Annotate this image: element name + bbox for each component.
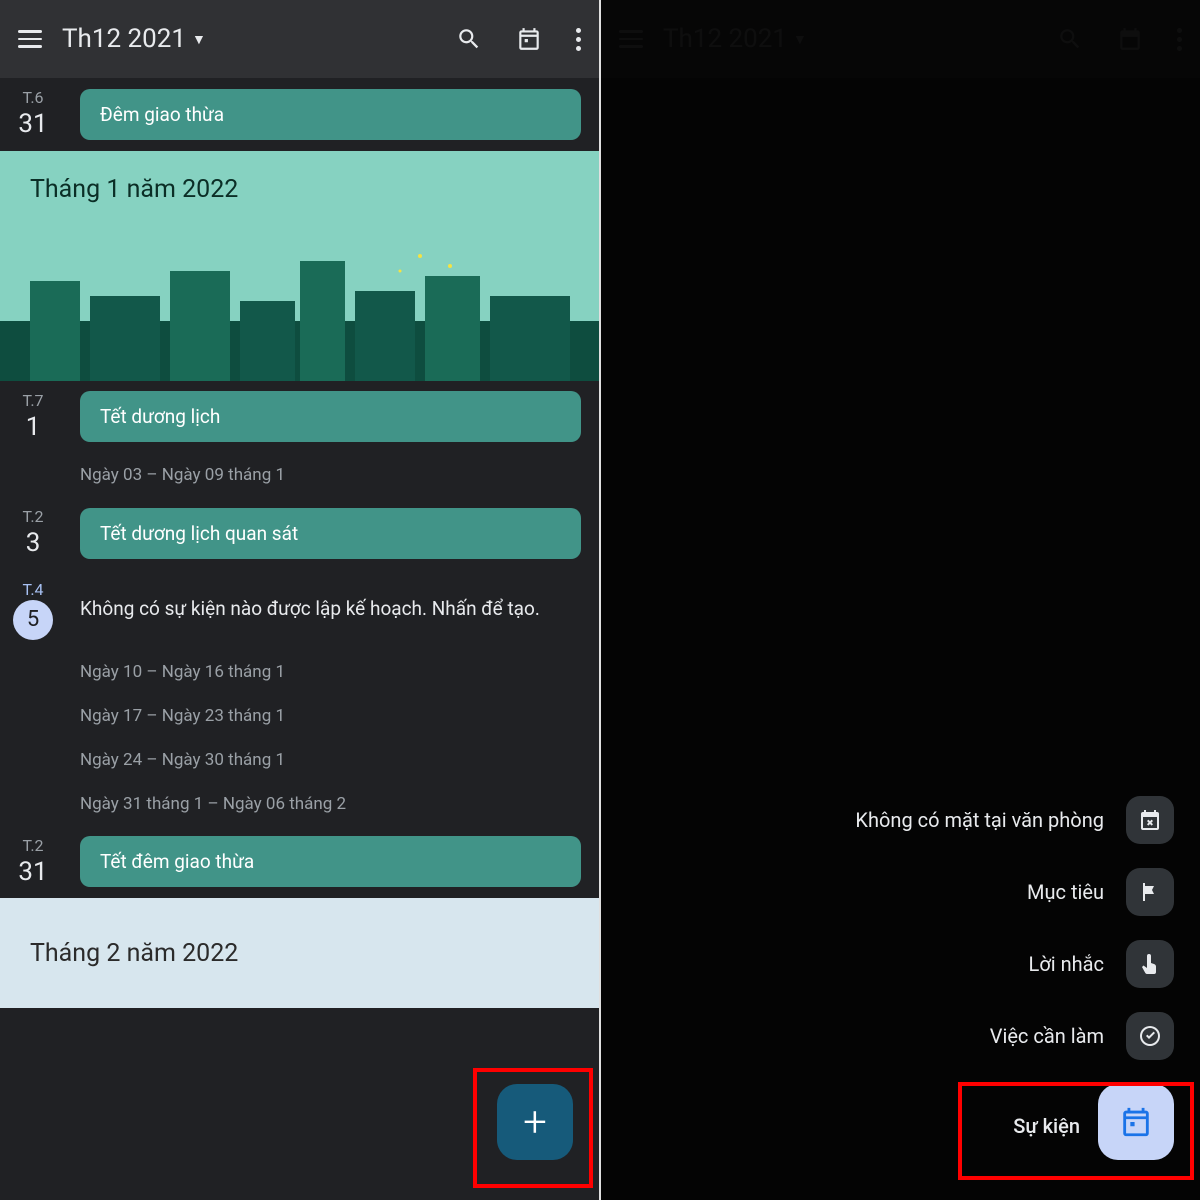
event-chip[interactable]: Tết dương lịch quan sát	[80, 508, 581, 559]
current-month-label: Th12 2021	[62, 24, 186, 54]
chevron-down-icon: ▼	[192, 31, 206, 48]
event-chip[interactable]: Đêm giao thừa	[80, 89, 581, 140]
annotation-highlight	[958, 1082, 1194, 1180]
date-column: T.2 31	[0, 836, 66, 889]
today-icon[interactable]	[516, 26, 542, 52]
calendar-home-panel: Th12 2021 ▼ T.6 31 Đêm giao thừa Tháng 1…	[0, 0, 599, 1200]
finger-icon	[1126, 940, 1174, 988]
week-range-label: Ngày 24 – Ngày 30 tháng 1	[0, 738, 599, 782]
month-banner-title: Tháng 1 năm 2022	[30, 175, 238, 204]
day-row: T.6 31 Đêm giao thừa	[0, 78, 599, 151]
event-chip[interactable]: Tết dương lịch	[80, 391, 581, 442]
flag-icon	[1126, 868, 1174, 916]
week-range-label: Ngày 17 – Ngày 23 tháng 1	[0, 694, 599, 738]
menu-icon[interactable]	[18, 30, 42, 48]
menu-out-of-office[interactable]: Không có mặt tại văn phòng	[855, 796, 1174, 844]
day-row: T.7 1 Tết dương lịch	[0, 381, 599, 454]
today-indicator: 5	[13, 600, 53, 640]
menu-task[interactable]: Việc cần làm	[990, 1012, 1174, 1060]
month-banner-january: Tháng 1 năm 2022	[0, 151, 599, 381]
annotation-highlight	[473, 1068, 593, 1188]
more-icon[interactable]	[576, 28, 581, 51]
day-row: T.2 3 Tết dương lịch quan sát	[0, 497, 599, 570]
month-banner-february: Tháng 2 năm 2022	[0, 898, 599, 1008]
date-column: T.7 1	[0, 391, 66, 444]
menu-reminder[interactable]: Lời nhắc	[1029, 940, 1174, 988]
menu-goal[interactable]: Mục tiêu	[1027, 868, 1174, 916]
app-header: Th12 2021 ▼	[0, 0, 599, 78]
check-circle-icon	[1126, 1012, 1174, 1060]
week-range-label: Ngày 31 tháng 1 – Ngày 06 tháng 2	[0, 782, 599, 826]
create-menu: Không có mặt tại văn phòng Mục tiêu Lời …	[855, 796, 1174, 1060]
today-row[interactable]: T.4 5 Không có sự kiện nào được lập kế h…	[0, 570, 599, 650]
day-row: T.2 31 Tết đêm giao thừa	[0, 826, 599, 899]
date-column: T.6 31	[0, 88, 66, 141]
date-column: T.4 5	[0, 580, 66, 640]
month-picker[interactable]: Th12 2021 ▼	[62, 24, 206, 54]
no-event-text[interactable]: Không có sự kiện nào được lập kế hoạch. …	[80, 596, 581, 623]
schedule-list[interactable]: T.6 31 Đêm giao thừa Tháng 1 năm 2022	[0, 78, 599, 1008]
search-icon[interactable]	[456, 26, 482, 52]
calendar-create-menu-panel: Th12 2021 ▼ Không có mặt tại văn phòng M…	[601, 0, 1200, 1200]
week-range-label: Ngày 03 – Ngày 09 tháng 1	[0, 453, 599, 497]
skyline-art	[0, 241, 599, 381]
event-chip[interactable]: Tết đêm giao thừa	[80, 836, 581, 887]
week-range-label: Ngày 10 – Ngày 16 tháng 1	[0, 650, 599, 694]
month-banner-title: Tháng 2 năm 2022	[30, 939, 238, 968]
briefcase-x-icon	[1126, 796, 1174, 844]
date-column: T.2 3	[0, 507, 66, 560]
